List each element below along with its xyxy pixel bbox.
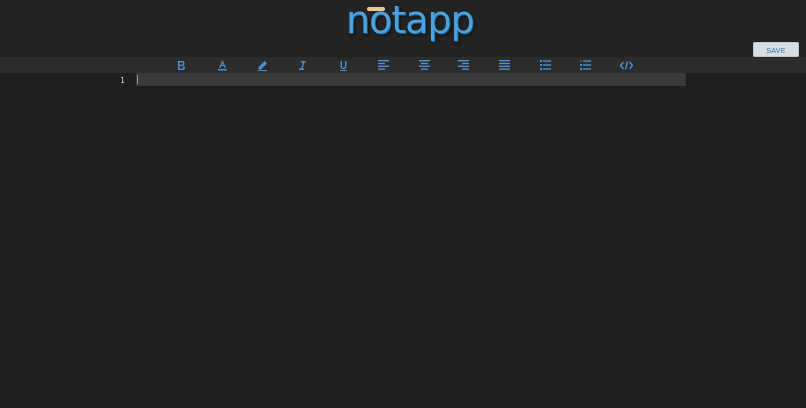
align-left-button[interactable] <box>373 57 393 73</box>
save-file-button[interactable]: SAVE FILE <box>753 42 799 70</box>
align-right-icon <box>457 60 469 70</box>
bold-icon <box>178 60 185 70</box>
logo: notapp <box>346 0 475 44</box>
line-number: 1 <box>120 76 125 85</box>
align-center-button[interactable] <box>414 57 434 73</box>
code-button[interactable] <box>616 57 636 73</box>
bold-button[interactable] <box>171 57 191 73</box>
align-right-button[interactable] <box>453 57 473 73</box>
numbered-list-icon <box>579 60 591 70</box>
formatting-toolbar <box>0 57 806 73</box>
font-color-button[interactable] <box>212 57 232 73</box>
highlight-button[interactable] <box>252 57 272 73</box>
header: notapp SAVE FILE <box>0 0 806 70</box>
underline-button[interactable] <box>333 57 353 73</box>
align-left-icon <box>377 60 389 70</box>
align-center-icon <box>418 60 430 70</box>
underline-icon <box>339 60 347 71</box>
ordered-list-button[interactable] <box>575 57 595 73</box>
italic-icon <box>298 60 306 70</box>
line-gutter: 1 <box>120 73 136 408</box>
app-window: notapp SAVE FILE <box>0 0 806 408</box>
editor[interactable]: 1 <box>120 73 686 408</box>
bullet-list-icon <box>539 60 551 70</box>
justify-icon <box>498 60 510 70</box>
editor-input[interactable] <box>138 73 686 86</box>
italic-button[interactable] <box>292 57 312 73</box>
font-color-icon <box>217 60 227 71</box>
unordered-list-button[interactable] <box>535 57 555 73</box>
logo-accent <box>367 7 385 11</box>
pencil-icon <box>257 60 267 71</box>
justify-button[interactable] <box>494 57 514 73</box>
code-icon <box>619 60 633 70</box>
logo-text: notapp <box>346 0 475 42</box>
